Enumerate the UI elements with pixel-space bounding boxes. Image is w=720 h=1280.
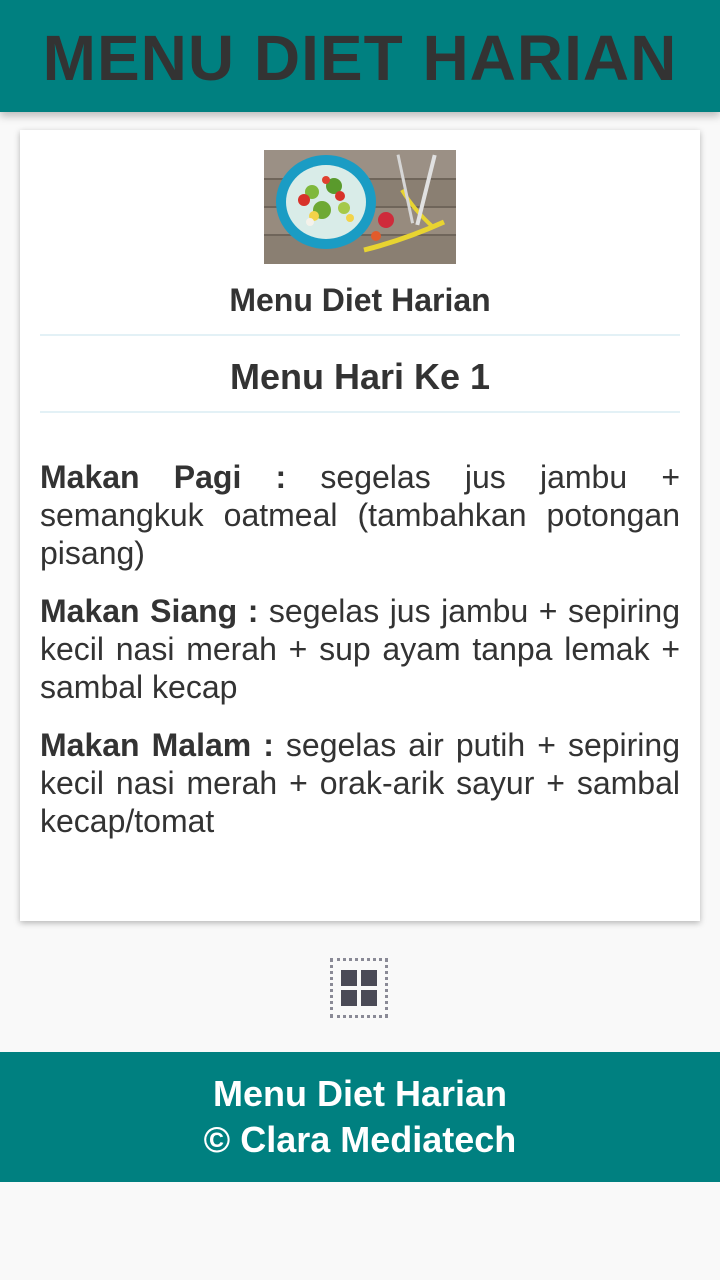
card-title: Menu Diet Harian [229,282,491,318]
content-card: Menu Diet Harian Menu Hari Ke 1 Makan Pa… [20,130,700,921]
meal-label: Makan Pagi : [40,459,287,495]
grid-menu-button[interactable] [330,958,388,1018]
meal-label: Makan Siang : [40,593,259,629]
app-footer: Menu Diet Harian © Clara Mediatech [0,1052,720,1182]
meal-list: Makan Pagi : segelas jus jambu + semangk… [40,458,680,860]
meal-breakfast: Makan Pagi : segelas jus jambu + semangk… [40,458,680,572]
grid-menu-icon [341,970,377,1006]
footer-app-name: Menu Diet Harian [212,1073,508,1114]
meal-lunch: Makan Siang : segelas jus jambu + sepiri… [40,592,680,706]
meal-label: Makan Malam : [40,727,274,763]
meal-dinner: Makan Malam : segelas air putih + sepiri… [40,726,680,840]
day-title: Menu Hari Ke 1 [229,356,491,397]
divider [40,411,680,413]
header-title: MENU DIET HARIAN [42,22,678,94]
app-header: MENU DIET HARIAN [0,0,720,112]
divider [40,334,680,336]
footer-copyright: © Clara Mediatech [203,1119,517,1160]
salad-bowl-icon [264,150,456,264]
